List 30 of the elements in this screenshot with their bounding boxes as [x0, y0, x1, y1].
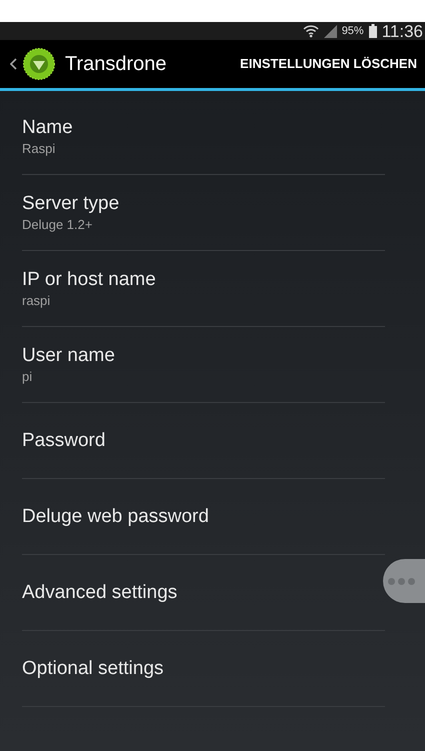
settings-item[interactable]: Name Raspi	[22, 99, 385, 175]
app-logo-icon	[23, 48, 55, 80]
setting-summary: Raspi	[22, 141, 56, 158]
settings-item[interactable]: Server type Deluge 1.2+	[22, 175, 385, 251]
setting-summary: Deluge 1.2+	[22, 217, 94, 234]
battery-icon	[368, 24, 377, 38]
signal-icon	[324, 24, 337, 38]
setting-title: IP or host name	[22, 268, 157, 292]
settings-item[interactable]: Advanced settings	[22, 555, 385, 631]
settings-item[interactable]: User name pi	[22, 327, 385, 403]
setting-title: Password	[22, 428, 106, 452]
wifi-icon	[302, 24, 319, 38]
setting-title: User name	[22, 344, 116, 368]
settings-item[interactable]: IP or host name raspi	[22, 251, 385, 327]
clock: 11:36	[382, 22, 423, 40]
setting-title: Advanced settings	[22, 580, 178, 604]
setting-title: Optional settings	[22, 656, 165, 680]
setting-title: Name	[22, 116, 74, 140]
clear-settings-button[interactable]: EINSTELLUNGEN LÖSCHEN	[240, 54, 417, 74]
more-options-button[interactable]	[383, 559, 425, 603]
setting-summary: raspi	[22, 293, 52, 310]
settings-item[interactable]: Optional settings	[22, 631, 385, 707]
battery-percent: 95%	[342, 24, 364, 39]
setting-summary: pi	[22, 369, 34, 386]
settings-item[interactable]: Deluge web password	[22, 479, 385, 555]
setting-title: Server type	[22, 192, 120, 216]
settings-item[interactable]: Password	[22, 403, 385, 479]
back-chevron-icon	[10, 58, 17, 70]
app-home-button[interactable]: Transdrone	[10, 48, 167, 80]
setting-title: Deluge web password	[22, 504, 210, 528]
